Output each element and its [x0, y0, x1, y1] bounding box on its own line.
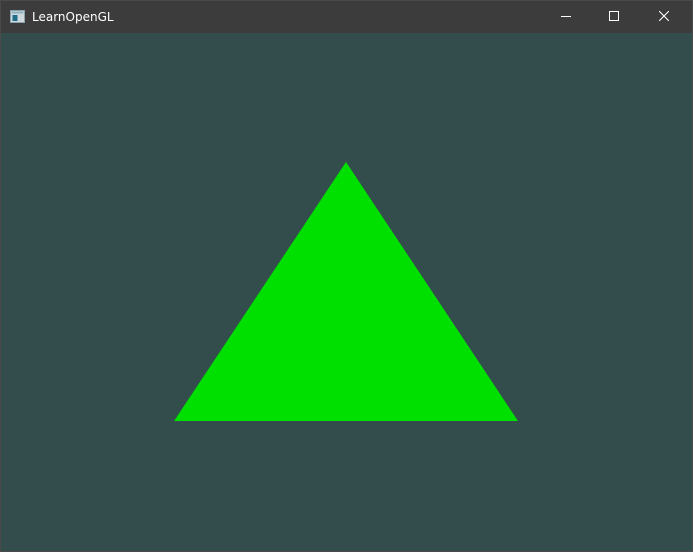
close-icon: [658, 10, 670, 24]
opengl-window-icon: [10, 10, 25, 23]
close-button[interactable]: [641, 1, 687, 33]
maximize-icon: [609, 10, 619, 24]
app-window: LearnOpenGL: [0, 0, 693, 552]
window-title: LearnOpenGL: [32, 10, 114, 24]
minimize-icon: [561, 10, 571, 24]
opengl-viewport[interactable]: [1, 33, 692, 551]
title-bar[interactable]: LearnOpenGL: [1, 1, 692, 33]
maximize-button[interactable]: [591, 1, 637, 33]
minimize-button[interactable]: [543, 1, 589, 33]
